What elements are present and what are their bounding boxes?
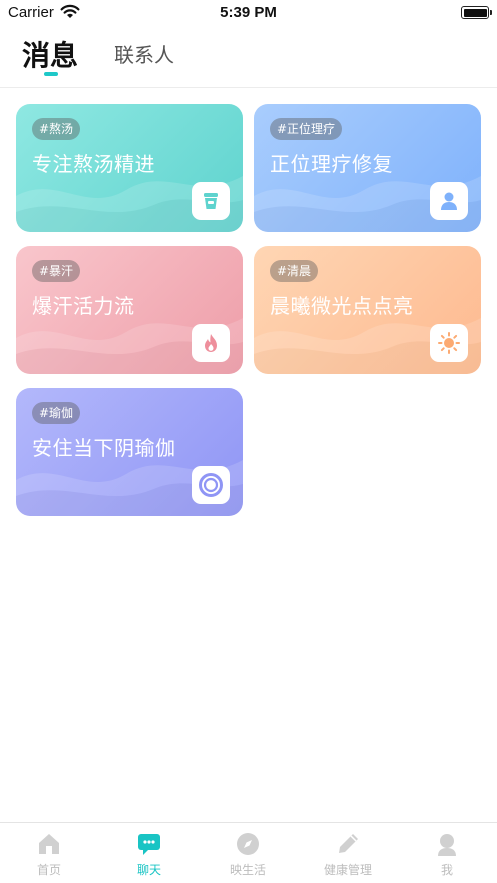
tabbar-label: 首页 [36,863,61,877]
tabbar-label: 健康管理 [323,863,372,877]
card-title: 正位理疗修复 [270,152,393,176]
cup-icon [192,182,230,220]
active-tab-indicator [44,72,58,76]
chat-icon [138,834,160,855]
user-icon [438,834,456,856]
card-title: 安住当下阴瑜伽 [32,436,176,460]
card-title: 专注熬汤精进 [32,152,155,176]
tabbar-item-health[interactable]: 健康管理 [308,823,388,883]
tabbar-item-life[interactable]: 映生活 [208,823,288,883]
card-tag: #正位理疗 [270,118,343,140]
tabbar-item-me[interactable]: 我 [407,823,487,883]
ring-icon [192,466,230,504]
tabbar-item-chat[interactable]: 聊天 [109,823,189,883]
card-morning[interactable]: #清晨 晨曦微光点点亮 [254,246,481,374]
header: 消息 联系人 [0,26,497,88]
pencil-icon [339,834,358,853]
card-tag: #暴汗 [32,260,81,282]
person-icon [430,182,468,220]
compass-icon [237,833,259,855]
card-title: 晨曦微光点点亮 [270,294,414,318]
card-soup[interactable]: #熬汤 专注熬汤精进 [16,104,243,232]
status-bar: Carrier 5:39 PM [0,0,497,26]
status-time: 5:39 PM [220,4,277,21]
tabbar-label: 映生活 [229,863,266,877]
tabbar-item-home[interactable]: 首页 [9,823,89,883]
card-sweat[interactable]: #暴汗 爆汗活力流 [16,246,243,374]
card-tag: #清晨 [270,260,319,282]
card-therapy[interactable]: #正位理疗 正位理疗修复 [254,104,481,232]
sun-icon [430,324,468,362]
tab-messages[interactable]: 消息 [22,34,78,74]
card-tag: #瑜伽 [32,402,81,424]
card-tag: #熬汤 [32,118,81,140]
battery-icon [461,6,489,19]
battery-tip [490,10,492,15]
home-icon [39,834,59,854]
tab-contacts[interactable]: 联系人 [114,39,174,68]
card-title: 爆汗活力流 [32,294,135,318]
flame-icon [192,324,230,362]
card-yoga[interactable]: #瑜伽 安住当下阴瑜伽 [16,388,243,516]
tabbar-label: 我 [440,863,453,877]
tabbar-label: 聊天 [136,863,161,877]
bottom-tab-bar: 首页 聊天 映生活 健康管理 我 [0,822,497,883]
